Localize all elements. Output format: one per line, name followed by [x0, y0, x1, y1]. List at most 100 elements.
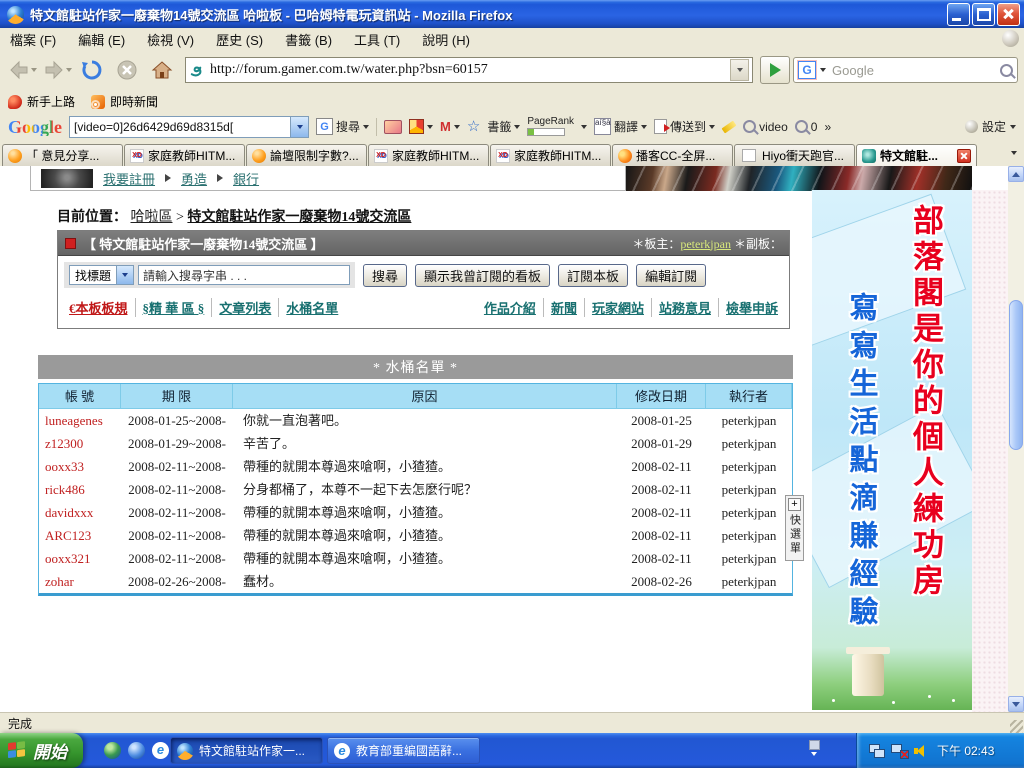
board-link[interactable]: 作品介紹 [477, 298, 543, 317]
bookmark-star-button[interactable] [467, 120, 480, 134]
send-to-button[interactable]: 傳送到 [654, 118, 715, 135]
menu-item[interactable]: 說明 (H) [422, 30, 470, 49]
banner-link-bank[interactable]: 銀行 [233, 169, 259, 188]
bookmark-item[interactable]: 新手上路 [8, 93, 75, 110]
gmail-button[interactable] [440, 120, 460, 133]
resize-grip[interactable] [1010, 720, 1023, 733]
desktop-button[interactable] [409, 119, 433, 134]
banner-link-avatar[interactable]: 勇造 [181, 169, 207, 188]
stop-button[interactable] [111, 55, 143, 85]
minimize-button[interactable] [947, 3, 970, 26]
banner-link-register[interactable]: 我要註冊 [103, 169, 155, 188]
select-dropdown-button[interactable] [116, 266, 133, 284]
globe-icon[interactable] [104, 742, 121, 759]
breadcrumb-section-link[interactable]: 哈啦區 [131, 210, 173, 225]
scroll-down-button[interactable] [1008, 696, 1024, 712]
menu-item[interactable]: 檔案 (F) [10, 30, 56, 49]
reload-button[interactable] [76, 55, 108, 85]
board-link[interactable]: 站務意見 [651, 298, 718, 317]
taskbar-task-button[interactable]: 特文館駐站作家一... [170, 737, 323, 764]
url-input[interactable] [208, 61, 726, 79]
network-icon[interactable] [869, 744, 885, 758]
toolbar-overflow-chevron[interactable]: » [824, 120, 831, 134]
menu-item[interactable]: 歷史 (S) [216, 30, 263, 49]
chevron-down-icon[interactable] [581, 125, 587, 129]
word-find-count-button[interactable]: 0 [795, 120, 818, 134]
search-scope-select[interactable]: 找標題 [69, 265, 134, 285]
quick-menu-tab[interactable]: + 快選單 [785, 495, 804, 561]
tab-overflow-button[interactable] [1006, 144, 1022, 162]
moderator-link[interactable]: peterkjpan [680, 237, 731, 251]
google-engine-icon[interactable]: G [798, 61, 816, 79]
browser-tab[interactable]: 播客CC-全屏... [612, 144, 733, 166]
toolbar-search-input[interactable] [70, 117, 290, 137]
forward-history-caret-icon[interactable] [66, 68, 72, 72]
photos-button[interactable] [384, 120, 402, 134]
browser-tab[interactable]: 家庭教師HITM... [490, 144, 611, 166]
browser-tab[interactable]: Hiyo衝天跑官... [734, 144, 855, 166]
back-history-caret-icon[interactable] [31, 68, 37, 72]
cell-account[interactable]: ARC123 [39, 524, 121, 547]
board-link[interactable]: €本板板規 [62, 298, 135, 317]
cell-account[interactable]: z12300 [39, 432, 121, 455]
toolbar-search-button[interactable]: G 搜尋 [316, 118, 369, 135]
language-bar[interactable] [806, 740, 822, 760]
translate-button[interactable]: 翻譯 [594, 118, 647, 135]
taskbar-clock[interactable]: 下午 02:43 [937, 742, 994, 759]
cell-account[interactable]: ooxx321 [39, 547, 121, 570]
taskbar-task-button[interactable]: 教育部重編國語辭... [327, 737, 480, 764]
cell-account[interactable]: luneagenes [39, 409, 121, 432]
engine-caret-icon[interactable] [820, 68, 826, 72]
start-button[interactable]: 開始 [0, 733, 83, 768]
board-link[interactable]: 水桶名單 [278, 298, 345, 317]
cell-account[interactable]: zohar [39, 570, 121, 593]
board-link[interactable]: 文章列表 [211, 298, 278, 317]
board-link[interactable]: 新聞 [543, 298, 584, 317]
url-bar[interactable] [185, 57, 753, 83]
scroll-up-button[interactable] [1008, 166, 1024, 182]
menu-item[interactable]: 編輯 (E) [78, 30, 125, 49]
menu-item[interactable]: 檢視 (V) [147, 30, 194, 49]
menu-item[interactable]: 書籤 (B) [285, 30, 332, 49]
subscribe-board-button[interactable]: 訂閱本板 [558, 264, 628, 287]
browser-tab[interactable]: 「 意見分享... [2, 144, 123, 166]
browser-tab[interactable]: 家庭教師HITM... [368, 144, 489, 166]
network-disconnected-icon[interactable] [891, 744, 907, 758]
board-link[interactable]: 檢舉申訴 [718, 298, 785, 317]
board-link[interactable]: §精 華 區 § [135, 298, 212, 317]
go-button[interactable] [760, 56, 790, 84]
quick-menu-expand-button[interactable]: + [788, 498, 801, 511]
sidebar-ad-banner[interactable]: 部落閣是你的個人練功房 寫寫生活點滴賺經驗 [812, 190, 972, 710]
browser-tab[interactable]: 論壇限制字數?... [246, 144, 367, 166]
bookmark-item[interactable]: 即時新聞 [91, 93, 158, 110]
word-find-video-button[interactable]: video [743, 120, 788, 134]
toolbar-search-combo[interactable] [69, 116, 309, 138]
home-button[interactable] [146, 55, 178, 85]
tab-close-button[interactable] [957, 149, 971, 163]
browser-tab[interactable]: 家庭教師HITM... [124, 144, 245, 166]
forward-button[interactable] [41, 55, 73, 85]
search-input[interactable] [830, 62, 996, 79]
search-magnifier-icon[interactable] [1000, 64, 1013, 77]
search-submit-button[interactable]: 搜尋 [363, 264, 407, 287]
maximize-button[interactable] [972, 3, 995, 26]
back-button[interactable] [6, 55, 38, 85]
volume-icon[interactable] [913, 744, 929, 758]
board-link[interactable]: 玩家網站 [584, 298, 651, 317]
combo-dropdown-button[interactable] [290, 117, 308, 137]
breadcrumb-board-link[interactable]: 特文館駐站作家一廢棄物14號交流區 [187, 210, 411, 225]
edit-subscription-button[interactable]: 編輯訂閱 [636, 264, 706, 287]
board-search-input[interactable] [138, 265, 350, 285]
settings-button[interactable]: 設定 [965, 118, 1016, 135]
google-search-box[interactable]: G [793, 57, 1018, 83]
highlighter-button[interactable] [722, 124, 736, 130]
close-button[interactable] [997, 3, 1020, 26]
vertical-scrollbar[interactable] [1008, 166, 1024, 712]
gtoolbar-bookmarks-button[interactable]: 書籤 [487, 118, 520, 135]
pagerank-indicator[interactable]: PageRank [527, 117, 574, 136]
cell-account[interactable]: davidxxx [39, 501, 121, 524]
scrollbar-thumb[interactable] [1009, 300, 1023, 450]
browser-tab[interactable]: 特文館駐... [856, 144, 977, 166]
ie-icon[interactable] [152, 742, 169, 759]
messenger-icon[interactable] [128, 742, 145, 759]
